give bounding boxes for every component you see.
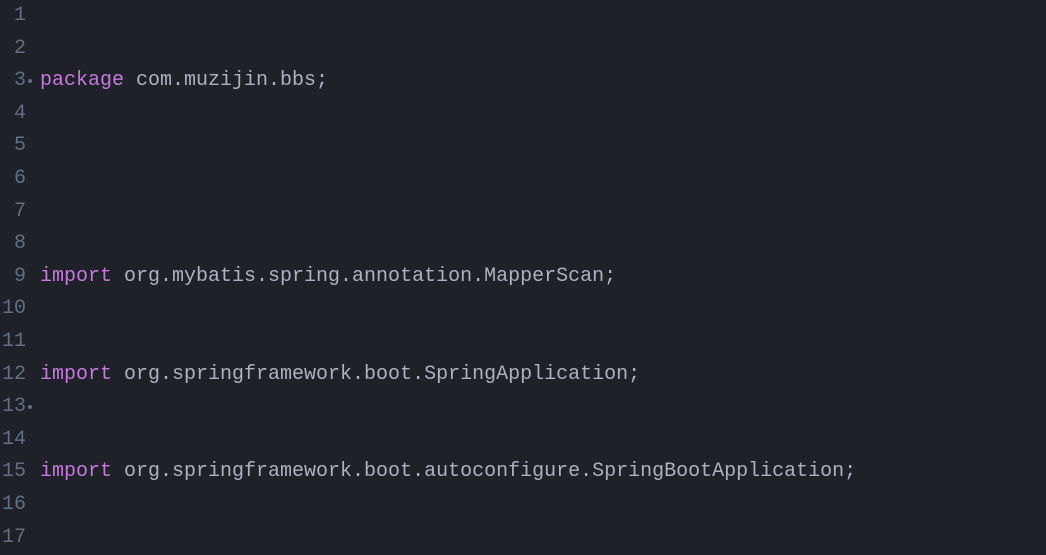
keyword-package: package — [40, 69, 124, 92]
code-line[interactable]: import org.springframework.boot.autoconf… — [40, 456, 1046, 489]
keyword-import: import — [40, 460, 112, 483]
code-area[interactable]: package com.muzijin.bbs; import org.myba… — [34, 0, 1046, 555]
line-number: 16 — [0, 489, 26, 522]
line-number: 13 — [0, 391, 26, 424]
line-number: 3 — [0, 65, 26, 98]
code-line[interactable]: import org.springframework.boot.SpringAp… — [40, 359, 1046, 392]
line-number: 17 — [0, 522, 26, 555]
code-editor[interactable]: 1 2 3 4 5 6 7 8 9 10 11 12 13 14 15 16 1… — [0, 0, 1046, 555]
import-path: org.springframework.boot.autoconfigure.S… — [112, 460, 856, 483]
line-number: 7 — [0, 196, 26, 229]
code-line[interactable] — [40, 163, 1046, 196]
line-number: 10 — [0, 293, 26, 326]
line-number: 14 — [0, 424, 26, 457]
line-number: 5 — [0, 130, 26, 163]
package-name: com.muzijin.bbs; — [124, 69, 328, 92]
keyword-import: import — [40, 265, 112, 288]
line-number: 4 — [0, 98, 26, 131]
line-number-gutter: 1 2 3 4 5 6 7 8 9 10 11 12 13 14 15 16 1… — [0, 0, 34, 555]
keyword-import: import — [40, 363, 112, 386]
line-number: 2 — [0, 33, 26, 66]
line-number: 15 — [0, 456, 26, 489]
line-number: 11 — [0, 326, 26, 359]
line-number: 9 — [0, 261, 26, 294]
import-path: org.springframework.boot.SpringApplicati… — [112, 363, 640, 386]
line-number: 6 — [0, 163, 26, 196]
line-number: 1 — [0, 0, 26, 33]
code-line[interactable]: package com.muzijin.bbs; — [40, 65, 1046, 98]
line-number: 12 — [0, 359, 26, 392]
code-line[interactable]: import org.mybatis.spring.annotation.Map… — [40, 261, 1046, 294]
line-number: 8 — [0, 228, 26, 261]
import-path: org.mybatis.spring.annotation.MapperScan… — [112, 265, 616, 288]
